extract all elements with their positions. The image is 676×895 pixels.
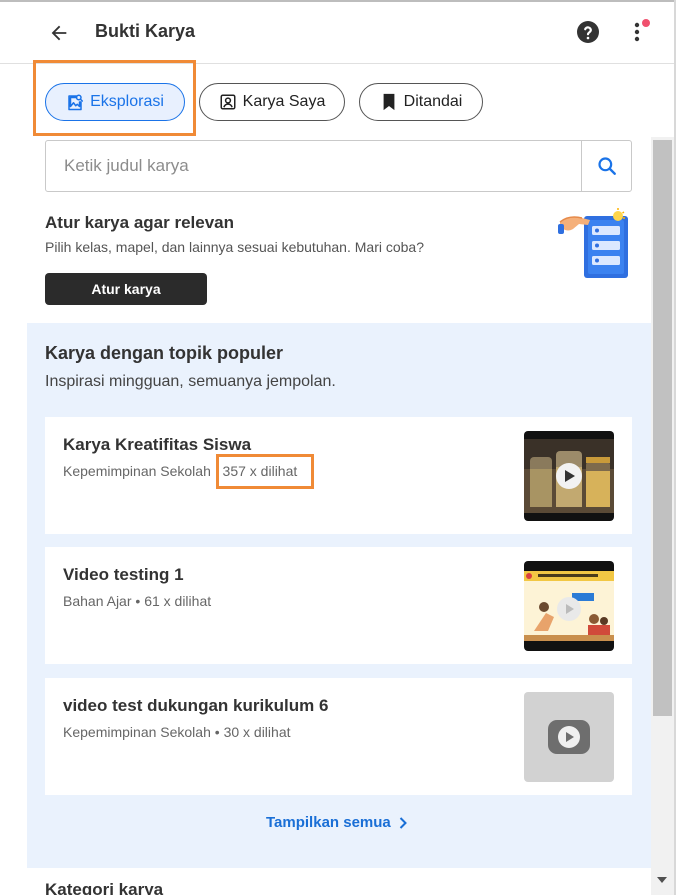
karya-card-thumbnail	[524, 431, 614, 521]
tab-bar: Eksplorasi Karya Saya Ditandai	[0, 65, 674, 137]
chevron-right-icon	[399, 816, 407, 829]
show-all-label: Tampilkan semua	[266, 814, 391, 831]
atur-karya-subtitle: Pilih kelas, mapel, dan lainnya sesuai k…	[45, 239, 425, 255]
tab-karya-saya[interactable]: Karya Saya	[199, 83, 345, 121]
karya-card[interactable]: Karya Kreatifitas Siswa Kepemimpinan Sek…	[45, 417, 632, 534]
karya-card-views: 61 x dilihat	[144, 593, 212, 609]
notification-dot	[642, 19, 650, 27]
help-icon	[577, 21, 599, 43]
karya-card[interactable]: video test dukungan kurikulum 6 Kepemimp…	[45, 678, 632, 795]
karya-card-category: Kepemimpinan Sekolah	[63, 463, 211, 479]
back-button[interactable]	[44, 18, 74, 48]
karya-card-title: video test dukungan kurikulum 6	[63, 696, 329, 715]
scroll-down-arrow[interactable]	[655, 874, 669, 886]
karya-card-category: Bahan Ajar	[63, 593, 132, 609]
popular-section-title: Karya dengan topik populer	[45, 343, 284, 363]
atur-karya-title: Atur karya agar relevan	[45, 213, 234, 232]
karya-card-meta: Kepemimpinan Sekolah • 30 x dilihat	[63, 724, 291, 740]
tab-ditandai-label: Ditandai	[403, 93, 463, 110]
tab-eksplorasi[interactable]: Eksplorasi	[45, 83, 185, 121]
search-input[interactable]	[46, 141, 581, 191]
tab-karya-saya-label: Karya Saya	[242, 93, 326, 110]
video-thumbnail-image	[524, 561, 614, 651]
tab-ditandai[interactable]: Ditandai	[359, 83, 483, 121]
page-title: Bukti Karya	[95, 21, 196, 41]
video-placeholder-image	[524, 692, 614, 782]
video-thumbnail-image	[524, 431, 614, 521]
triangle-down-icon	[657, 877, 667, 883]
search-icon	[597, 157, 616, 175]
karya-card[interactable]: Video testing 1 Bahan Ajar • 61 x diliha…	[45, 547, 632, 664]
settings-illustration-icon	[558, 208, 628, 278]
categories-section-title: Kategori karya	[45, 880, 164, 895]
search-button[interactable]	[581, 141, 631, 191]
karya-card-thumbnail	[524, 561, 614, 651]
image-search-icon	[66, 93, 84, 111]
karya-card-title: Karya Kreatifitas Siswa	[63, 435, 252, 454]
atur-karya-button[interactable]: Atur karya	[45, 273, 207, 305]
search-bar	[45, 140, 632, 192]
bookmark-icon	[380, 93, 398, 111]
karya-card-category: Kepemimpinan Sekolah	[63, 724, 211, 740]
karya-card-meta: Bahan Ajar • 61 x dilihat	[63, 593, 212, 609]
help-button[interactable]	[575, 19, 601, 45]
karya-card-title: Video testing 1	[63, 565, 184, 584]
karya-card-meta: Kepemimpinan Sekolah 357 x dilihat	[63, 463, 297, 479]
more-vertical-icon	[634, 22, 640, 42]
show-all-link[interactable]: Tampilkan semua	[266, 814, 407, 831]
karya-card-views: 357 x dilihat	[222, 463, 298, 479]
app-header: Bukti Karya	[0, 2, 674, 64]
portrait-icon	[219, 93, 237, 111]
arrow-left-icon	[51, 25, 67, 41]
popular-section-subtitle: Inspirasi mingguan, semuanya jempolan.	[45, 373, 336, 390]
tab-eksplorasi-label: Eksplorasi	[90, 93, 164, 110]
karya-card-thumbnail	[524, 692, 614, 782]
scrollbar-thumb[interactable]	[653, 140, 672, 716]
karya-card-views: 30 x dilihat	[223, 724, 291, 740]
